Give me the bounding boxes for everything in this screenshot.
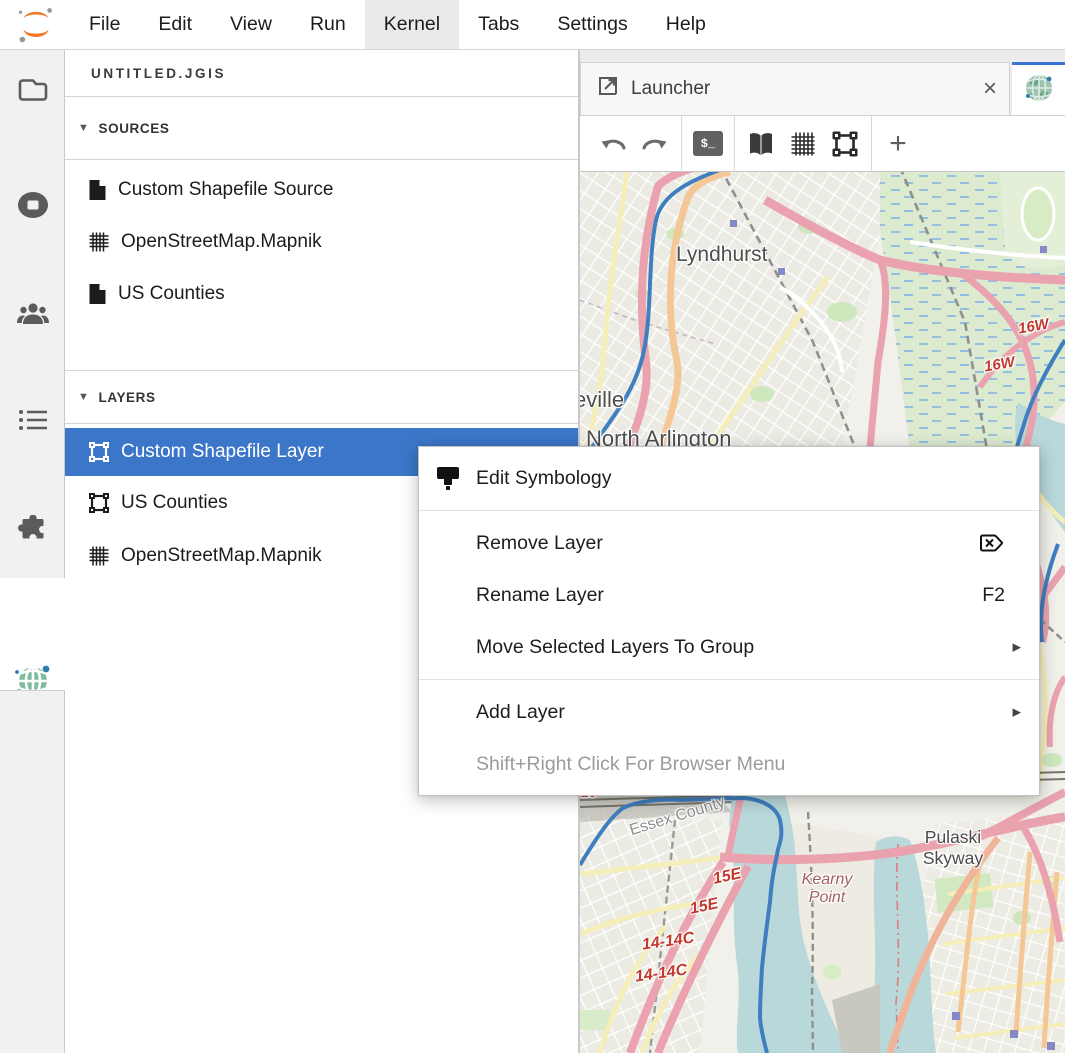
menu-file[interactable]: File <box>70 0 139 49</box>
raster-grid-icon <box>88 545 110 567</box>
list-icon[interactable] <box>0 407 65 433</box>
submenu-arrow-icon: ▸ <box>1012 637 1029 657</box>
map-label-pulaski-skyway: Pulaski Skyway <box>910 827 996 869</box>
menu-item-move-to-group[interactable]: Move Selected Layers To Group ▸ <box>419 621 1039 673</box>
sidebar-active-section <box>0 578 65 690</box>
menu-help[interactable]: Help <box>647 0 725 49</box>
menu-item-browser-menu-hint: Shift+Right Click For Browser Menu <box>419 738 1039 790</box>
menu-item-label: Add Layer <box>476 701 565 724</box>
collaboration-users-icon[interactable] <box>0 300 65 328</box>
notebook-book-icon[interactable] <box>740 124 782 164</box>
jgis-globe-icon <box>1023 72 1055 109</box>
vector-polygon-icon <box>88 492 110 514</box>
submenu-arrow-icon: ▸ <box>1012 702 1029 722</box>
source-row-us-counties[interactable]: US Counties <box>65 268 578 320</box>
menu-item-rename-layer[interactable]: Rename Layer F2 <box>419 569 1039 621</box>
menu-item-label: Rename Layer <box>476 584 604 607</box>
tab-launcher[interactable]: Launcher × <box>580 62 1010 115</box>
menu-item-label: Shift+Right Click For Browser Menu <box>476 753 785 776</box>
launcher-icon <box>597 75 619 103</box>
shortcut-label: F2 <box>982 584 1029 607</box>
jgis-toolbar: $_ <box>580 116 1065 172</box>
terminal-icon[interactable]: $_ <box>687 124 729 164</box>
layers-section-header[interactable]: ▼ LAYERS <box>65 370 578 424</box>
menu-bar: File Edit View Run Kernel Tabs Settings … <box>0 0 1065 50</box>
file-icon <box>88 283 107 305</box>
collapse-caret-icon: ▼ <box>78 122 90 134</box>
puzzle-extension-icon[interactable] <box>0 515 65 547</box>
running-kernels-icon[interactable] <box>0 190 65 220</box>
source-row-custom-shapefile[interactable]: Custom Shapefile Source <box>65 164 578 216</box>
tab-bar: Launcher × <box>580 50 1065 116</box>
map-label-kearny-point: Kearny Point <box>788 871 866 907</box>
tab-jgis-document[interactable] <box>1012 62 1065 115</box>
menu-item-add-layer[interactable]: Add Layer ▸ <box>419 686 1039 738</box>
raster-grid-icon[interactable] <box>782 124 824 164</box>
layers-label: LAYERS <box>99 390 156 405</box>
layer-label: Custom Shapefile Layer <box>121 441 324 463</box>
menu-item-edit-symbology[interactable]: Edit Symbology <box>419 452 1039 504</box>
toolbar-divider <box>871 116 872 172</box>
menu-divider <box>419 679 1039 680</box>
remove-layer-icon <box>978 531 1029 555</box>
menu-item-label: Remove Layer <box>476 532 603 555</box>
symbology-brush-icon <box>435 464 463 492</box>
menu-items: File Edit View Run Kernel Tabs Settings … <box>70 0 725 49</box>
menu-tabs[interactable]: Tabs <box>459 0 538 49</box>
menu-item-label: Edit Symbology <box>476 467 611 490</box>
sources-section-header[interactable]: ▼ SOURCES <box>65 97 578 160</box>
layer-context-menu: Edit Symbology Remove Layer Rename Layer… <box>418 446 1040 796</box>
menu-item-label: Move Selected Layers To Group <box>476 636 754 659</box>
source-label: Custom Shapefile Source <box>118 179 333 201</box>
folder-icon[interactable] <box>0 75 65 105</box>
map-label-belleville: eville <box>580 387 624 413</box>
menu-kernel[interactable]: Kernel <box>365 0 459 49</box>
menu-run[interactable]: Run <box>291 0 365 49</box>
layer-label: OpenStreetMap.Mapnik <box>121 545 322 567</box>
collapse-caret-icon: ▼ <box>78 391 90 403</box>
close-icon[interactable]: × <box>983 77 997 101</box>
menu-edit[interactable]: Edit <box>139 0 211 49</box>
menu-divider <box>419 510 1039 511</box>
sources-label: SOURCES <box>99 121 170 136</box>
sidebar-lower-strip <box>0 690 65 1053</box>
jupyter-logo-icon[interactable] <box>16 5 56 45</box>
file-icon <box>88 179 107 201</box>
panel-title: UNTITLED.JGIS <box>65 50 578 97</box>
map-label-lyndhurst: Lyndhurst <box>676 243 767 267</box>
toolbar-divider <box>734 116 735 172</box>
source-label: OpenStreetMap.Mapnik <box>121 231 322 253</box>
vector-polygon-icon <box>88 441 110 463</box>
menu-item-remove-layer[interactable]: Remove Layer <box>419 517 1039 569</box>
layer-label: US Counties <box>121 492 228 514</box>
raster-grid-icon <box>88 231 110 253</box>
toolbar-divider <box>681 116 682 172</box>
sources-list: Custom Shapefile Source OpenStreetMap.Ma… <box>65 160 578 320</box>
source-label: US Counties <box>118 283 225 305</box>
source-row-osm[interactable]: OpenStreetMap.Mapnik <box>65 216 578 268</box>
menu-view[interactable]: View <box>211 0 291 49</box>
left-activity-bar <box>0 50 65 1053</box>
redo-icon[interactable] <box>634 124 676 164</box>
sidebar-tab-strip <box>0 50 65 578</box>
vector-polygon-icon[interactable] <box>824 124 866 164</box>
menu-settings[interactable]: Settings <box>538 0 646 49</box>
undo-icon[interactable] <box>592 124 634 164</box>
tab-label: Launcher <box>631 78 710 100</box>
plus-icon[interactable]: + <box>877 124 919 164</box>
